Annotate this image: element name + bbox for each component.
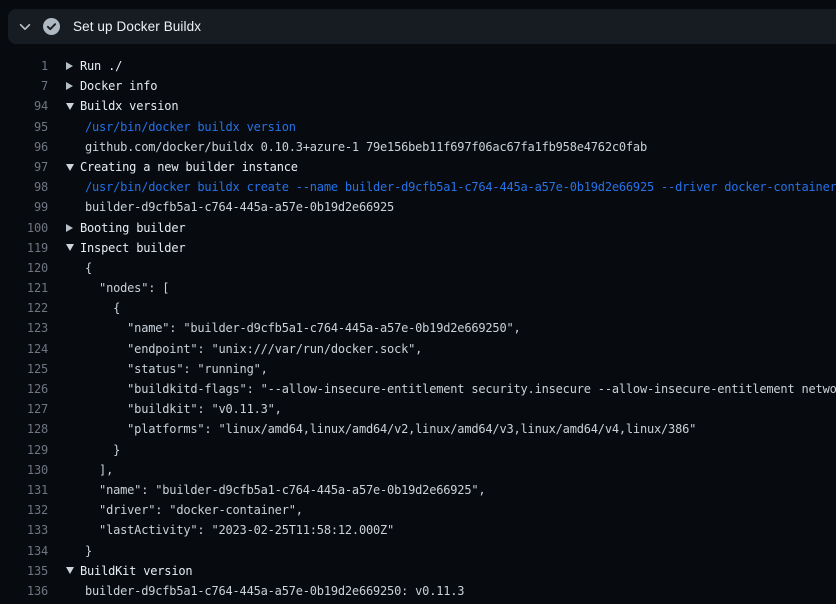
- log-line-number[interactable]: 99: [0, 197, 48, 217]
- chevron-down-icon[interactable]: [18, 20, 32, 34]
- log-line-number[interactable]: 127: [0, 399, 48, 419]
- log-line-number[interactable]: 122: [0, 298, 48, 318]
- log-line-text: "platforms": "linux/amd64,linux/amd64/v2…: [85, 419, 696, 439]
- log-line-number[interactable]: 124: [0, 339, 48, 359]
- log-line: 134 }: [0, 541, 836, 561]
- step-header[interactable]: Set up Docker Buildx: [8, 9, 836, 44]
- log-line-text: BuildKit version: [80, 561, 192, 581]
- log-line-number[interactable]: 7: [0, 76, 48, 96]
- log-line-text: "endpoint": "unix:///var/run/docker.sock…: [85, 339, 422, 359]
- log-line[interactable]: 100 Booting builder: [0, 218, 836, 238]
- group-toggle-icon[interactable]: [66, 96, 80, 116]
- log-line-text: builder-d9cfb5a1-c764-445a-a57e-0b19d2e6…: [85, 197, 394, 217]
- log-line-text: Creating a new builder instance: [80, 157, 298, 177]
- step-title: Set up Docker Buildx: [73, 19, 201, 34]
- log-line-text: /usr/bin/docker buildx version: [85, 117, 296, 137]
- log-line: 136 builder-d9cfb5a1-c764-445a-a57e-0b19…: [0, 581, 836, 601]
- log-line-text: Buildx version: [80, 96, 178, 116]
- log-line-number[interactable]: 100: [0, 218, 48, 238]
- log-line-number[interactable]: 97: [0, 157, 48, 177]
- log-line-number[interactable]: 121: [0, 278, 48, 298]
- log-lines: 1 Run ./ 7 Docker info 94 Buildx version…: [0, 56, 836, 601]
- log-line: 124 "endpoint": "unix:///var/run/docker.…: [0, 339, 836, 359]
- log-line-number[interactable]: 130: [0, 460, 48, 480]
- log-line-text: "lastActivity": "2023-02-25T11:58:12.000…: [85, 520, 394, 540]
- group-toggle-icon[interactable]: [66, 561, 80, 581]
- group-toggle-icon[interactable]: [66, 76, 80, 96]
- log-line-number[interactable]: 94: [0, 96, 48, 116]
- log-line: 123 "name": "builder-d9cfb5a1-c764-445a-…: [0, 318, 836, 338]
- log-line: 125 "status": "running",: [0, 359, 836, 379]
- log-line-number[interactable]: 96: [0, 137, 48, 157]
- log-line-number[interactable]: 133: [0, 520, 48, 540]
- log-line-text: "nodes": [: [85, 278, 169, 298]
- log-line-text: }: [85, 440, 120, 460]
- log-line-number[interactable]: 95: [0, 117, 48, 137]
- log-line: 120 {: [0, 258, 836, 278]
- log-line: 130 ],: [0, 460, 836, 480]
- log-line: 121 "nodes": [: [0, 278, 836, 298]
- log-line-number[interactable]: 119: [0, 238, 48, 258]
- log-line-text: builder-d9cfb5a1-c764-445a-a57e-0b19d2e6…: [85, 581, 464, 601]
- log-line-number[interactable]: 135: [0, 561, 48, 581]
- log-line: 128 "platforms": "linux/amd64,linux/amd6…: [0, 419, 836, 439]
- log-line: 129 }: [0, 440, 836, 460]
- log-line-number[interactable]: 1: [0, 56, 48, 76]
- log-line-number[interactable]: 123: [0, 318, 48, 338]
- log-line-text: "buildkitd-flags": "--allow-insecure-ent…: [85, 379, 836, 399]
- log-line-text: Inspect builder: [80, 238, 185, 258]
- log-line-number[interactable]: 131: [0, 480, 48, 500]
- group-toggle-icon[interactable]: [66, 218, 80, 238]
- log-line[interactable]: 7 Docker info: [0, 76, 836, 96]
- log-line: 98 /usr/bin/docker buildx create --name …: [0, 177, 836, 197]
- group-toggle-icon[interactable]: [66, 157, 80, 177]
- log-line: 95 /usr/bin/docker buildx version: [0, 117, 836, 137]
- log-line-number[interactable]: 120: [0, 258, 48, 278]
- log-line-number[interactable]: 125: [0, 359, 48, 379]
- log-line-text: "status": "running",: [85, 359, 268, 379]
- log-line-text: "driver": "docker-container",: [85, 500, 303, 520]
- log-line-text: github.com/docker/buildx 0.10.3+azure-1 …: [85, 137, 647, 157]
- log-line-text: "name": "builder-d9cfb5a1-c764-445a-a57e…: [85, 480, 485, 500]
- log-line[interactable]: 119 Inspect builder: [0, 238, 836, 258]
- log-line: 127 "buildkit": "v0.11.3",: [0, 399, 836, 419]
- log-line-text: "name": "builder-d9cfb5a1-c764-445a-a57e…: [85, 318, 521, 338]
- log-line: 133 "lastActivity": "2023-02-25T11:58:12…: [0, 520, 836, 540]
- log-line-text: "buildkit": "v0.11.3",: [85, 399, 282, 419]
- log-line-text: }: [85, 541, 92, 561]
- log-line: 96 github.com/docker/buildx 0.10.3+azure…: [0, 137, 836, 157]
- log-line-text: /usr/bin/docker buildx create --name bui…: [85, 177, 836, 197]
- log-line-number[interactable]: 136: [0, 581, 48, 601]
- log-line-number[interactable]: 98: [0, 177, 48, 197]
- log-line[interactable]: 97 Creating a new builder instance: [0, 157, 836, 177]
- log-viewer: 1 Run ./ 7 Docker info 94 Buildx version…: [0, 44, 836, 604]
- log-line[interactable]: 94 Buildx version: [0, 96, 836, 116]
- group-toggle-icon[interactable]: [66, 56, 80, 76]
- check-circle-icon: [43, 18, 60, 35]
- log-line-number[interactable]: 128: [0, 419, 48, 439]
- log-line-text: Booting builder: [80, 218, 185, 238]
- log-line-number[interactable]: 126: [0, 379, 48, 399]
- log-line-number[interactable]: 129: [0, 440, 48, 460]
- log-line[interactable]: 135 BuildKit version: [0, 561, 836, 581]
- log-line: 122 {: [0, 298, 836, 318]
- log-line[interactable]: 1 Run ./: [0, 56, 836, 76]
- log-line-text: {: [85, 298, 120, 318]
- log-line: 99 builder-d9cfb5a1-c764-445a-a57e-0b19d…: [0, 197, 836, 217]
- log-line: 126 "buildkitd-flags": "--allow-insecure…: [0, 379, 836, 399]
- log-line-text: {: [85, 258, 92, 278]
- log-line-number[interactable]: 134: [0, 541, 48, 561]
- log-line: 131 "name": "builder-d9cfb5a1-c764-445a-…: [0, 480, 836, 500]
- log-line-number[interactable]: 132: [0, 500, 48, 520]
- log-line-text: ],: [85, 460, 113, 480]
- log-line-text: Run ./: [80, 56, 122, 76]
- group-toggle-icon[interactable]: [66, 238, 80, 258]
- log-line: 132 "driver": "docker-container",: [0, 500, 836, 520]
- log-line-text: Docker info: [80, 76, 157, 96]
